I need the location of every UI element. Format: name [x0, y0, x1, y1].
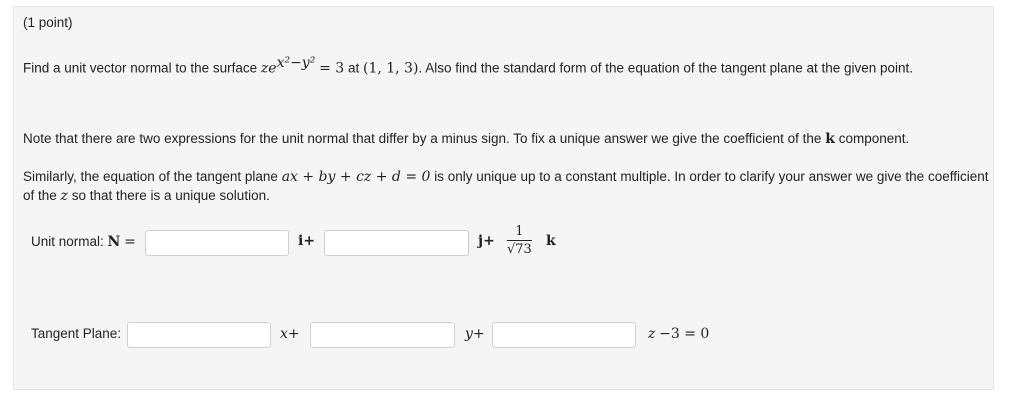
note1-k: k — [825, 131, 835, 147]
note1-text: Note that there are two expressions for … — [23, 131, 822, 146]
plane-equation: ax + by + cz + d = 0 — [281, 169, 431, 185]
note1-tail: component. — [838, 131, 910, 146]
question-rest: . Also find the standard form of the equ… — [418, 60, 914, 76]
points-label: (1 point) — [23, 15, 73, 30]
plane-tail: z −3 = 0 — [648, 326, 709, 342]
surface-exponent: x²−y² — [276, 55, 316, 71]
unit-normal-equals: = — [124, 234, 136, 250]
question-intro: Find a unit vector normal to the surface — [23, 60, 258, 76]
plane-constant: −3 = 0 — [659, 326, 710, 342]
k-unit: k — [546, 233, 556, 249]
note-unit-normal: Note that there are two expressions for … — [23, 131, 909, 147]
z-term: z — [648, 326, 656, 342]
unit-normal-label: Unit normal: N = — [31, 234, 136, 250]
note2-post: is only unique up to a constant multiple… — [434, 169, 989, 184]
fraction-numerator: 1 — [507, 224, 532, 241]
i-plus: i+ — [298, 233, 316, 249]
note2-pre: Similarly, the equation of the tangent p… — [23, 169, 278, 184]
y-plus: y+ — [465, 326, 485, 342]
plane-y-input[interactable] — [310, 322, 455, 348]
k-coefficient-fraction: 1 √73 — [507, 224, 532, 257]
note2-line2-post: so that there is a unique solution. — [71, 188, 270, 203]
question-at: at — [347, 60, 360, 76]
normal-j-input[interactable] — [324, 230, 469, 256]
note2-z: z — [60, 188, 68, 204]
cut-off-footer — [0, 405, 1024, 415]
unit-normal-N: N — [107, 234, 121, 250]
given-point: (1, 1, 3) — [362, 60, 419, 77]
fraction-denominator: √73 — [507, 242, 532, 257]
plane-x-input[interactable] — [127, 322, 271, 348]
j-plus: j+ — [478, 233, 495, 249]
surface-z: ze — [260, 60, 277, 77]
note-tangent-line2: of the z so that there is a unique solut… — [23, 188, 270, 204]
plane-d-input[interactable] — [492, 322, 636, 348]
normal-i-input[interactable] — [145, 230, 289, 256]
note2-line2-pre: of the — [23, 188, 57, 203]
note-tangent-line1: Similarly, the equation of the tangent p… — [23, 169, 989, 185]
unit-normal-text: Unit normal: — [31, 234, 104, 249]
tangent-plane-label: Tangent Plane: — [31, 326, 122, 341]
surface-rhs: = 3 — [319, 60, 345, 77]
question-text: Find a unit vector normal to the surface… — [23, 55, 913, 77]
x-plus: x+ — [280, 326, 300, 342]
